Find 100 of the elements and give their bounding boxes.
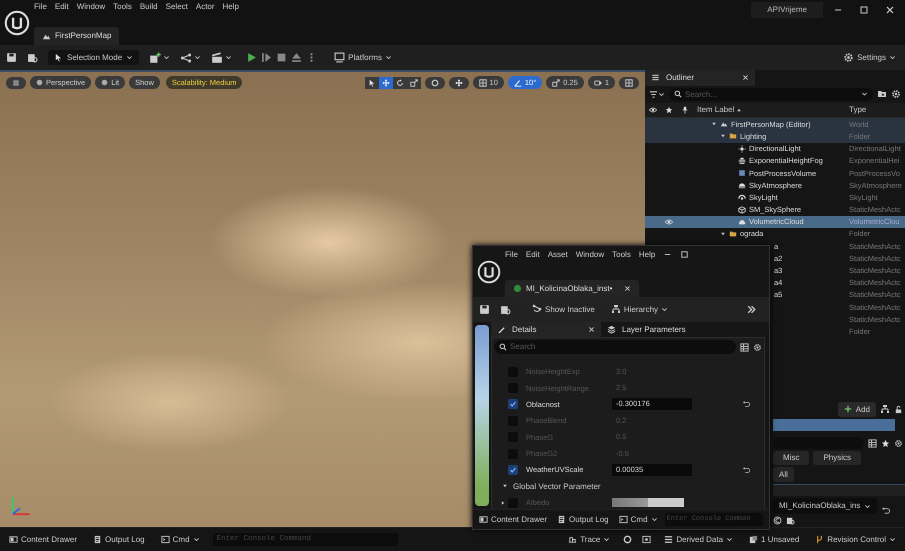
checkbox[interactable] (508, 399, 518, 410)
content-drawer-button[interactable]: Content Drawer (476, 512, 550, 526)
cmd-dropdown[interactable]: Cmd (158, 532, 203, 546)
menu-item[interactable]: Help (222, 2, 239, 12)
content-drawer-button[interactable]: Content Drawer (6, 532, 80, 546)
stop-icon[interactable] (276, 52, 288, 63)
derived-data-dropdown[interactable]: Derived Data (661, 532, 736, 546)
viewport-menu-button[interactable] (6, 76, 26, 88)
screenshot-icon[interactable] (642, 535, 652, 544)
table-icon[interactable] (868, 438, 877, 448)
color-swatch[interactable] (612, 498, 684, 508)
table-icon[interactable] (740, 342, 749, 352)
hierarchy-icon[interactable] (880, 404, 890, 414)
outliner-tab[interactable]: Outliner (645, 70, 755, 86)
document-tab[interactable]: MI_KolicinaOblaka_inst• (505, 280, 640, 298)
output-log-button[interactable]: Output Log (90, 532, 148, 546)
menu-item[interactable]: File (34, 2, 47, 12)
grid-icon (625, 78, 633, 86)
save-icon[interactable] (6, 52, 17, 63)
star-icon[interactable] (881, 438, 890, 448)
caret-icon[interactable] (194, 54, 202, 61)
menu-item[interactable]: Edit (54, 2, 69, 12)
output-log-button[interactable]: Output Log (554, 512, 612, 526)
mode-dropdown[interactable]: Selection Mode (48, 50, 140, 66)
play-icon[interactable] (246, 52, 258, 63)
lock-icon[interactable] (894, 404, 903, 414)
collapse-icon[interactable] (502, 483, 508, 490)
caret-icon (889, 536, 896, 543)
transform-tool[interactable] (364, 76, 379, 88)
selected-component-bar[interactable] (773, 419, 895, 432)
transform-tool[interactable] (392, 76, 407, 88)
reset-icon[interactable] (881, 506, 890, 516)
category-button[interactable]: All (773, 466, 794, 482)
record-icon[interactable] (623, 535, 632, 544)
menu-item[interactable]: Asset (548, 250, 568, 260)
checkbox[interactable] (508, 464, 518, 475)
expand-icon[interactable] (720, 230, 726, 237)
transform-tool[interactable] (378, 76, 393, 88)
category-button[interactable]: Misc (773, 451, 810, 465)
trace-dropdown[interactable]: Trace (565, 532, 614, 546)
document-tab[interactable]: FirstPersonMap (34, 27, 120, 45)
step-icon[interactable] (261, 52, 272, 63)
menu-item[interactable]: File (505, 250, 518, 260)
caret-icon[interactable] (658, 90, 665, 98)
unsaved-icon (749, 535, 758, 544)
revision-control-dropdown[interactable]: Revision Control (812, 532, 899, 546)
more-icon[interactable] (746, 304, 757, 315)
clapper-icon[interactable] (211, 52, 224, 64)
new-folder-icon[interactable] (877, 89, 887, 100)
save-icon[interactable] (479, 304, 490, 315)
menu-item[interactable]: Window (76, 2, 106, 12)
caret-icon[interactable] (861, 90, 868, 98)
details-search-field[interactable] (773, 437, 864, 450)
mesh-icon (738, 206, 746, 214)
settings-icon[interactable] (894, 438, 903, 448)
add-actor-icon[interactable] (149, 52, 162, 64)
surface-snap-button[interactable] (448, 76, 469, 88)
caret-icon[interactable] (163, 54, 170, 61)
section-header[interactable]: Global Vector Parameter (513, 482, 601, 492)
menu-item[interactable]: Build (140, 2, 158, 12)
menu-item[interactable]: Tools (612, 250, 631, 260)
panel-tab[interactable]: Layer Parameters (601, 322, 692, 338)
expand-icon[interactable] (500, 500, 506, 506)
add-button[interactable]: Add (838, 402, 876, 418)
search-field[interactable]: Search... (669, 88, 873, 102)
reset-icon[interactable] (742, 466, 750, 474)
details-search-field[interactable]: Search (494, 340, 736, 354)
menu-item[interactable]: Edit (526, 250, 540, 260)
eye-icon[interactable] (665, 218, 673, 226)
column-header[interactable]: Item Label (697, 105, 734, 115)
layout-button[interactable] (619, 76, 639, 88)
platforms-button[interactable]: Platforms (331, 50, 395, 65)
column-header[interactable]: Type (849, 105, 905, 115)
category-button[interactable]: Physics (813, 451, 862, 465)
panel-tab[interactable]: Details (491, 322, 601, 338)
menu-item[interactable]: Help (638, 250, 656, 260)
menu-item[interactable]: Actor (196, 2, 215, 12)
close-icon[interactable] (624, 284, 632, 292)
world-space-button[interactable] (424, 76, 445, 88)
transform-tool[interactable] (406, 76, 421, 88)
eject-icon[interactable] (291, 52, 302, 63)
close-icon[interactable] (885, 5, 895, 15)
maximize-icon[interactable] (680, 250, 690, 259)
unsaved-button[interactable]: 1 Unsaved (746, 532, 802, 546)
menu-item[interactable]: Window (576, 250, 604, 260)
cmd-dropdown[interactable]: Cmd (616, 512, 661, 526)
caret-icon[interactable] (225, 54, 232, 61)
maximize-icon[interactable] (859, 5, 869, 15)
material-dropdown[interactable]: MI_KolicinaOblaka_ins (773, 498, 878, 514)
menu-item[interactable]: Select (166, 2, 188, 12)
menu-item[interactable]: Tools (113, 2, 132, 12)
settings-button[interactable]: Settings (840, 50, 899, 65)
settings-icon[interactable] (753, 342, 762, 352)
settings-icon[interactable] (891, 89, 901, 100)
close-icon[interactable] (588, 326, 595, 334)
filter-icon[interactable] (649, 90, 658, 99)
hierarchy-dropdown[interactable]: Hierarchy (608, 302, 672, 316)
reset-icon[interactable] (742, 400, 750, 408)
layers-icon (607, 325, 616, 334)
close-icon[interactable] (742, 74, 749, 82)
